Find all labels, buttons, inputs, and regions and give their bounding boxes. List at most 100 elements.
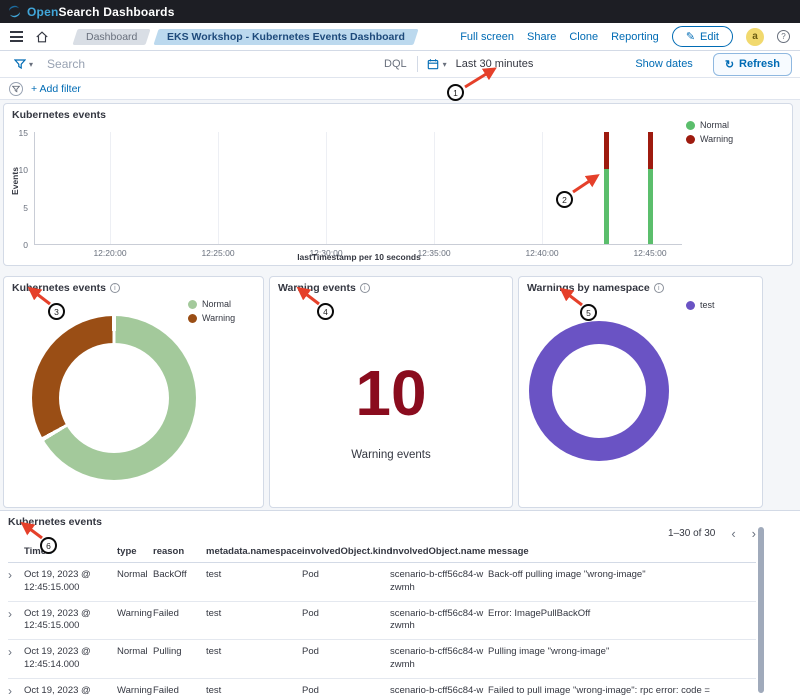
dql-language-button[interactable]: DQL bbox=[374, 58, 417, 70]
cell-name: scenario-b-cff56c84-wzwmh bbox=[390, 679, 488, 695]
breadcrumb: Dashboard EKS Workshop - Kubernetes Even… bbox=[75, 29, 416, 45]
bar-segment-normal[interactable] bbox=[604, 169, 609, 244]
avatar[interactable]: a bbox=[746, 28, 764, 46]
column-header-time[interactable]: Time▾ bbox=[24, 543, 117, 562]
pagination-range: 1–30 of 30 bbox=[668, 528, 715, 539]
refresh-icon: ↻ bbox=[725, 58, 734, 71]
home-icon[interactable] bbox=[35, 30, 49, 44]
warning-events-count: 10 bbox=[270, 361, 512, 425]
add-filter-link[interactable]: + Add filter bbox=[31, 83, 81, 95]
cell-kind: Pod bbox=[302, 640, 390, 678]
table-scrollbar[interactable] bbox=[758, 527, 764, 693]
info-icon[interactable]: i bbox=[654, 283, 664, 293]
query-bar: ▾ DQL ▾ Last 30 minutes Show dates ↻ Ref… bbox=[0, 51, 800, 78]
chevron-down-icon: ▾ bbox=[29, 60, 33, 69]
pencil-icon: ✎ bbox=[686, 30, 695, 43]
menu-icon[interactable] bbox=[10, 31, 23, 42]
metric-label: Warning events bbox=[270, 449, 512, 461]
column-header-type[interactable]: type bbox=[117, 543, 153, 562]
kubernetes-events-donut-panel: Kubernetes events i Normal Warning bbox=[3, 276, 264, 508]
kubernetes-events-table-panel: Kubernetes events 1–30 of 30 ‹ › Time▾ t… bbox=[0, 510, 800, 695]
donut-legend: Normal Warning bbox=[188, 299, 235, 327]
legend-item-test[interactable]: test bbox=[686, 300, 715, 310]
annotation-marker-6: 6 bbox=[40, 537, 57, 554]
bar-segment-warning[interactable] bbox=[648, 132, 653, 169]
show-dates-link[interactable]: Show dates bbox=[623, 58, 704, 70]
gridline bbox=[218, 132, 219, 244]
gridline bbox=[434, 132, 435, 244]
gridline bbox=[110, 132, 111, 244]
cell-reason: Failed bbox=[153, 602, 206, 640]
column-header-message[interactable]: message bbox=[488, 543, 756, 562]
cell-namespace: test bbox=[206, 640, 302, 678]
legend-item-warning[interactable]: Warning bbox=[188, 313, 235, 323]
filter-options-icon[interactable] bbox=[9, 82, 23, 96]
table-header-row: Time▾ type reason metadata.namespace inv… bbox=[8, 543, 756, 563]
previous-page-icon[interactable]: ‹ bbox=[731, 527, 735, 540]
breadcrumb-current-dashboard[interactable]: EKS Workshop - Kubernetes Events Dashboa… bbox=[154, 29, 419, 45]
dashboard-content: Kubernetes events Events 051015 12:20:00… bbox=[0, 100, 800, 695]
time-range-value[interactable]: Last 30 minutes bbox=[456, 58, 624, 70]
legend-item-normal[interactable]: Normal bbox=[686, 120, 733, 130]
namespace-donut-chart[interactable] bbox=[529, 321, 669, 461]
edit-button[interactable]: ✎ Edit bbox=[672, 26, 733, 47]
cell-kind: Pod bbox=[302, 602, 390, 640]
cell-namespace: test bbox=[206, 563, 302, 601]
cell-type: Warning bbox=[117, 679, 153, 695]
events-donut-chart[interactable] bbox=[32, 316, 196, 480]
date-picker-button[interactable]: ▾ bbox=[418, 58, 456, 70]
legend-item-warning[interactable]: Warning bbox=[686, 134, 733, 144]
bar-segment-warning[interactable] bbox=[604, 132, 609, 169]
next-page-icon[interactable]: › bbox=[752, 527, 756, 540]
annotation-marker-3: 3 bbox=[48, 303, 65, 320]
info-icon[interactable]: i bbox=[110, 283, 120, 293]
cell-message: Failed to pull image "wrong-image": rpc … bbox=[488, 679, 756, 695]
annotation-marker-5: 5 bbox=[580, 304, 597, 321]
share-link[interactable]: Share bbox=[527, 31, 556, 43]
panel-title: Warnings by namespace i bbox=[527, 282, 664, 294]
expand-row-icon[interactable]: › bbox=[8, 645, 12, 659]
cell-message: Back-off pulling image "wrong-image" bbox=[488, 563, 756, 601]
column-header-namespace[interactable]: metadata.namespace bbox=[206, 543, 302, 562]
gridline bbox=[326, 132, 327, 244]
events-table: Time▾ type reason metadata.namespace inv… bbox=[8, 543, 756, 695]
help-icon[interactable]: ? bbox=[777, 30, 790, 43]
y-axis-ticks: 051015 bbox=[10, 132, 31, 245]
opensearch-logo-icon bbox=[8, 5, 21, 18]
refresh-button[interactable]: ↻ Refresh bbox=[713, 53, 792, 76]
column-header-kind[interactable]: involvedObject.kind bbox=[302, 543, 390, 562]
full-screen-link[interactable]: Full screen bbox=[460, 31, 514, 43]
cell-time: Oct 19, 2023 @ 12:45:14.000 bbox=[24, 679, 117, 695]
y-tick-label: 10 bbox=[19, 165, 28, 175]
warnings-by-namespace-panel: Warnings by namespace i test bbox=[518, 276, 763, 508]
search-input[interactable] bbox=[39, 53, 374, 75]
cell-name: scenario-b-cff56c84-wzwmh bbox=[390, 602, 488, 640]
legend-item-normal[interactable]: Normal bbox=[188, 299, 235, 309]
expand-row-icon[interactable]: › bbox=[8, 568, 12, 582]
expand-row-icon[interactable]: › bbox=[8, 684, 12, 695]
table-row: › Oct 19, 2023 @ 12:45:15.000 Warning Fa… bbox=[8, 602, 756, 641]
saved-query-menu-button[interactable]: ▾ bbox=[8, 58, 39, 70]
reporting-link[interactable]: Reporting bbox=[611, 31, 659, 43]
table-row: › Oct 19, 2023 @ 12:45:14.000 Normal Pul… bbox=[8, 640, 756, 679]
column-header-reason[interactable]: reason bbox=[153, 543, 206, 562]
app-title: OpenSearch Dashboards bbox=[27, 5, 175, 19]
cell-kind: Pod bbox=[302, 563, 390, 601]
panel-title: Kubernetes events i bbox=[12, 282, 120, 294]
cell-reason: BackOff bbox=[153, 563, 206, 601]
histogram-legend: Normal Warning bbox=[686, 120, 733, 148]
panel-title: Warning events i bbox=[278, 282, 370, 294]
x-axis-label: lastTimestamp per 10 seconds bbox=[189, 252, 529, 262]
clone-link[interactable]: Clone bbox=[569, 31, 598, 43]
column-header-name[interactable]: involvedObject.name bbox=[390, 543, 488, 562]
chevron-down-icon: ▾ bbox=[443, 60, 447, 69]
top-app-bar: OpenSearch Dashboards bbox=[0, 0, 800, 23]
bar-segment-normal[interactable] bbox=[648, 169, 653, 244]
histogram-plot-area[interactable]: 12:20:0012:25:0012:30:0012:35:0012:40:00… bbox=[34, 132, 682, 245]
breadcrumb-dashboard[interactable]: Dashboard bbox=[72, 29, 151, 45]
cell-message: Error: ImagePullBackOff bbox=[488, 602, 756, 640]
info-icon[interactable]: i bbox=[360, 283, 370, 293]
cell-reason: Pulling bbox=[153, 640, 206, 678]
expand-row-icon[interactable]: › bbox=[8, 607, 12, 621]
panel-title: Kubernetes events bbox=[8, 516, 102, 528]
